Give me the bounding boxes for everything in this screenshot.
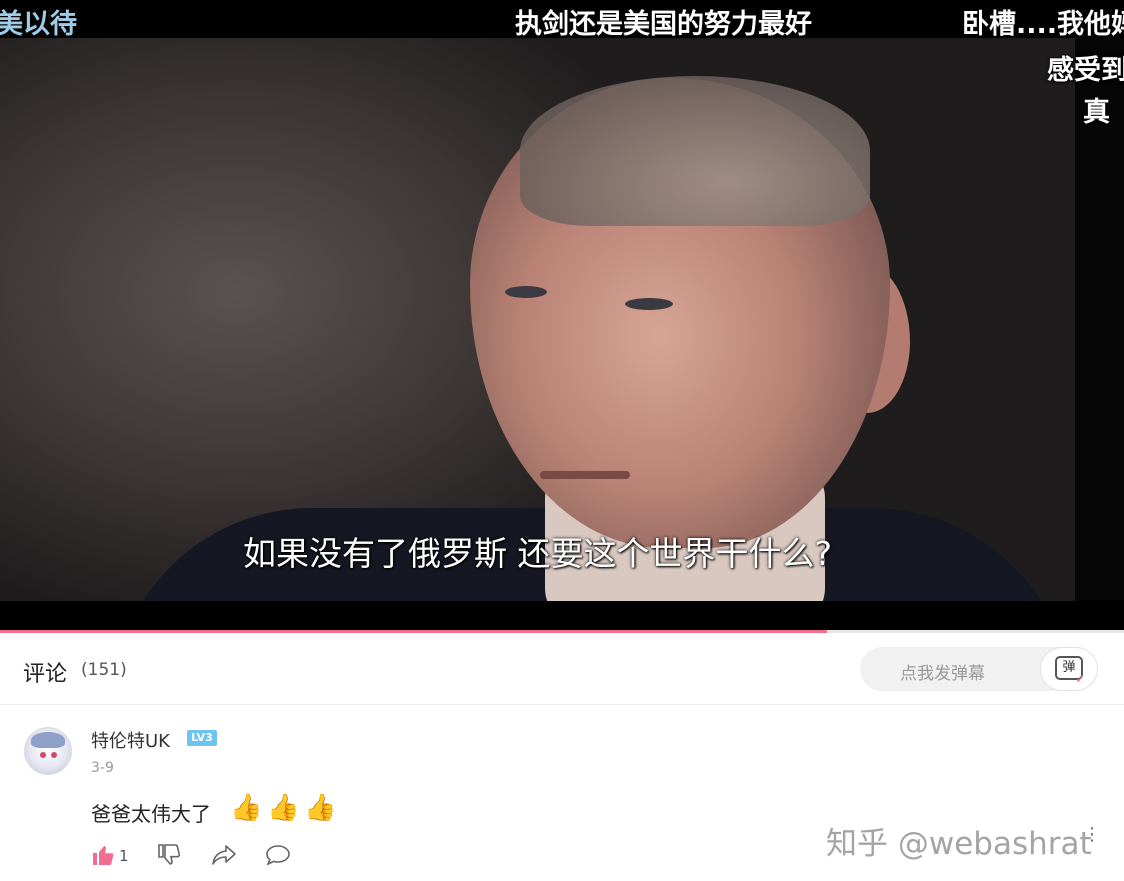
video-player[interactable]: 美以待 执剑还是美国的努力最好 卧槽....我他妈 感受到 真 如果没有了俄罗斯…: [0, 0, 1124, 633]
comment-username[interactable]: 特伦特UK: [91, 727, 170, 753]
figure-hair: [520, 76, 870, 226]
danmaku-input[interactable]: 点我发弹幕 弹 ✓: [860, 647, 1098, 691]
danmaku-button-label: 弹: [1062, 660, 1076, 675]
thumbs-up-icon[interactable]: [91, 843, 115, 873]
video-subtitle: 如果没有了俄罗斯 还要这个世界干什么?: [242, 534, 832, 573]
thumbs-up-emoji: 👍: [230, 793, 263, 823]
check-icon: ✓: [1075, 672, 1086, 687]
danmaku-toggle-button[interactable]: 弹 ✓: [1040, 647, 1098, 691]
video-frame: [0, 38, 1075, 601]
share-icon[interactable]: [211, 843, 237, 873]
danmaku-comment: 执剑还是美国的努力最好: [515, 9, 812, 40]
comments-count: (151): [81, 660, 127, 680]
avatar-eye: [51, 752, 57, 758]
progress-bar[interactable]: [0, 630, 1124, 633]
comment-text: 爸爸太伟大了: [91, 802, 211, 826]
comments-header: 评论 (151) 点我发弹幕 弹 ✓: [0, 634, 1124, 705]
figure-eye-right: [625, 298, 673, 310]
avatar-hair: [31, 732, 65, 748]
thumbs-up-emoji: 👍: [304, 793, 337, 823]
avatar[interactable]: [24, 727, 72, 775]
danmaku-comment: 美以待: [0, 9, 77, 40]
figure-mouth: [540, 471, 630, 479]
reply-icon[interactable]: [265, 843, 291, 873]
thumbs-down-icon[interactable]: [157, 843, 181, 873]
figure-eye-left: [505, 286, 547, 298]
watermark: 知乎 @webashrat: [826, 826, 1092, 862]
like-count: 1: [119, 847, 129, 865]
danmaku-comment: 卧槽....我他妈: [962, 9, 1124, 40]
level-badge: LV3: [187, 730, 217, 746]
danmaku-comment: 感受到: [1047, 55, 1124, 86]
comment-date: 3-9: [91, 760, 114, 776]
progress-bar-fill: [0, 630, 828, 633]
thumbs-up-emoji: 👍: [267, 793, 300, 823]
more-options-icon[interactable]: ⋮: [1083, 826, 1101, 844]
avatar-eye: [40, 752, 46, 758]
danmaku-input-placeholder: 点我发弹幕: [900, 664, 985, 684]
comments-title[interactable]: 评论: [23, 656, 67, 688]
danmaku-comment: 真: [1083, 97, 1110, 128]
